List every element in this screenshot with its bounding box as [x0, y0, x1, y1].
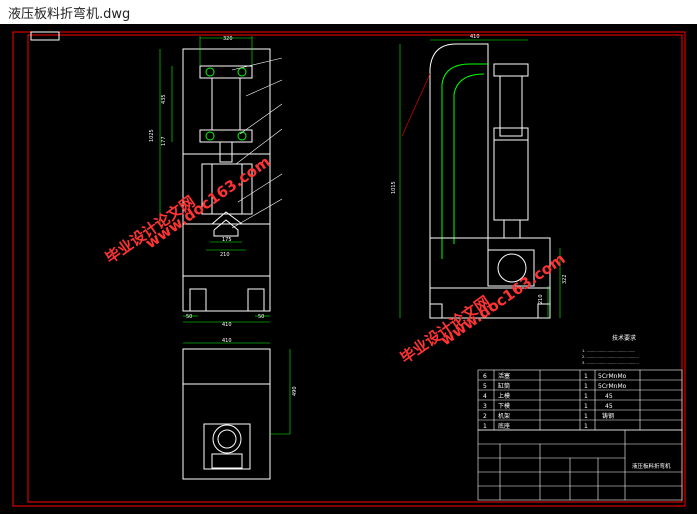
dim-side-low: 210: [538, 294, 544, 304]
bom-material: 5CrMnMo: [598, 373, 627, 380]
dim-side-right: 322: [562, 274, 568, 284]
bom-no: 2: [483, 413, 487, 420]
dim-side-top: 410: [470, 34, 480, 40]
front-cylinder-body: [211, 77, 241, 131]
drawing-number-box: [30, 31, 60, 41]
plan-view-dimensions: [183, 342, 291, 435]
watermark-url-2: www.doc163.com: [437, 250, 569, 350]
watermark-url-1: www.doc163.com: [142, 153, 274, 253]
dim-front-width: 410: [222, 322, 232, 328]
bom-qty: 1: [584, 383, 588, 390]
bom-rows: 6 活塞 1 5CrMnMo 5 缸筒 1 5CrMnMo 4 上模 1 45 …: [483, 372, 627, 430]
bom-name: 活塞: [498, 372, 510, 380]
bom-name: 缸筒: [498, 382, 510, 390]
sheet-outer-frame: [12, 31, 686, 507]
dim-plan-height: 490: [292, 386, 298, 396]
plan-view: [182, 348, 271, 480]
note-line-1: 1. .....................................…: [582, 349, 635, 353]
bom-qty: 1: [584, 393, 588, 400]
dim-side-total: 1015: [391, 181, 397, 194]
dim-side-width: 410: [222, 338, 232, 344]
dim-top-width: 320: [223, 36, 233, 42]
dim-base-left: 50: [186, 314, 192, 320]
note-line-3: 3. .....................................…: [582, 361, 639, 365]
bom-qty: 1: [584, 413, 588, 420]
bom-no: 6: [483, 373, 487, 380]
bom-name: 上模: [498, 392, 510, 400]
bom-no: 4: [483, 393, 487, 400]
bom-material: 5CrMnMo: [598, 383, 627, 390]
sheet-inner-frame: [27, 34, 683, 503]
bom-no: 3: [483, 403, 487, 410]
bom-qty: 1: [584, 403, 588, 410]
bom-qty: 1: [584, 423, 588, 430]
notes-title: 技术要求: [612, 334, 636, 342]
note-line-2: 2. .....................................…: [582, 355, 639, 359]
dim-base-right: 50: [258, 314, 264, 320]
bom-material: 45: [605, 403, 613, 410]
cad-drawing: 320 435 1025 177 50 50 410 175 210 410 4…: [12, 31, 686, 507]
bom-name: 机架: [498, 412, 510, 420]
dim-upper: 435: [161, 94, 167, 104]
dim-height: 1025: [149, 129, 155, 142]
bom-name: 底座: [498, 422, 510, 430]
bom-no: 1: [483, 423, 487, 430]
drawing-canvas[interactable]: 320 435 1025 177 50 50 410 175 210 410 4…: [0, 24, 697, 510]
front-upper-frame: [182, 48, 271, 155]
bom-material: 铸钢: [602, 412, 614, 420]
dim-die-inner: 175: [222, 237, 232, 243]
title-block-name: 液压板料折弯机: [632, 462, 671, 470]
bom-no: 5: [483, 383, 487, 390]
bom-qty: 1: [584, 373, 588, 380]
window-titlebar: 液压板料折弯机.dwg: [0, 0, 697, 25]
dim-die: 210: [220, 252, 230, 258]
bom-name: 下模: [498, 402, 510, 410]
dim-mid: 177: [161, 136, 167, 146]
window-title: 液压板料折弯机.dwg: [8, 7, 131, 22]
front-cylinder-head: [199, 65, 253, 79]
bom-material: 45: [605, 393, 613, 400]
